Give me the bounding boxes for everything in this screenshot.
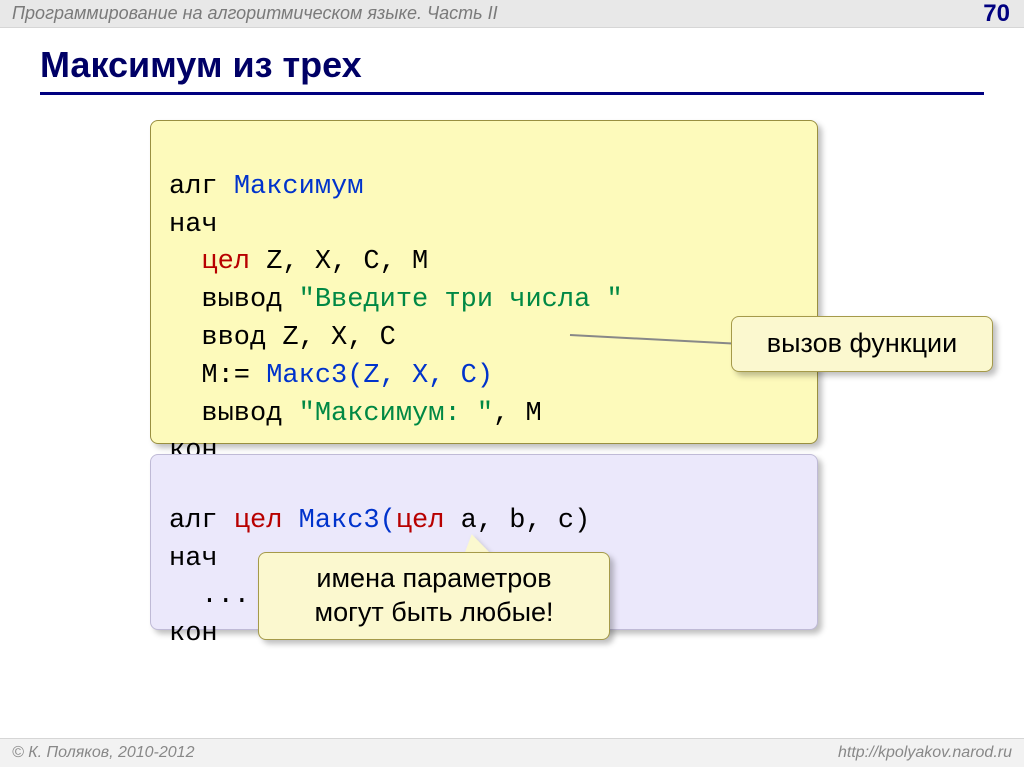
lecture-title: Программирование на алгоритмическом язык… [12,3,498,24]
callout-text: имена параметров [316,562,551,596]
topbar: Программирование на алгоритмическом язык… [0,0,1024,28]
slide: Программирование на алгоритмическом язык… [0,0,1024,767]
callout-param-names: имена параметров могут быть любые! [258,552,610,640]
footer: © К. Поляков, 2010-2012 http://kpolyakov… [0,738,1024,767]
callout-text: могут быть любые! [315,596,554,630]
code-line: ... [169,581,250,611]
code-line: вывод "Максимум: ", M [169,399,542,429]
code-line: ввод Z, X, C [169,323,396,353]
slide-title: Максимум из трех [40,44,984,95]
code-line: нач [169,210,218,240]
code-line: цел Z, X, C, M [169,247,428,277]
callout-text: вызов функции [767,327,957,361]
code-line: алг цел Макс3(цел a, b, c) [169,506,590,536]
callout-function-call: вызов функции [731,316,993,372]
code-line: нач [169,544,218,574]
code-line: алг Максимум [169,172,363,202]
code-line: M:= Макс3(Z, X, C) [169,361,493,391]
code-line: кон [169,619,218,649]
code-line: вывод "Введите три числа " [169,285,623,315]
footer-url: http://kpolyakov.narod.ru [838,744,1012,762]
page-number: 70 [983,0,1012,28]
copyright: © К. Поляков, 2010-2012 [12,744,194,762]
code-block-main: алг Максимум нач цел Z, X, C, M вывод "В… [150,120,818,444]
